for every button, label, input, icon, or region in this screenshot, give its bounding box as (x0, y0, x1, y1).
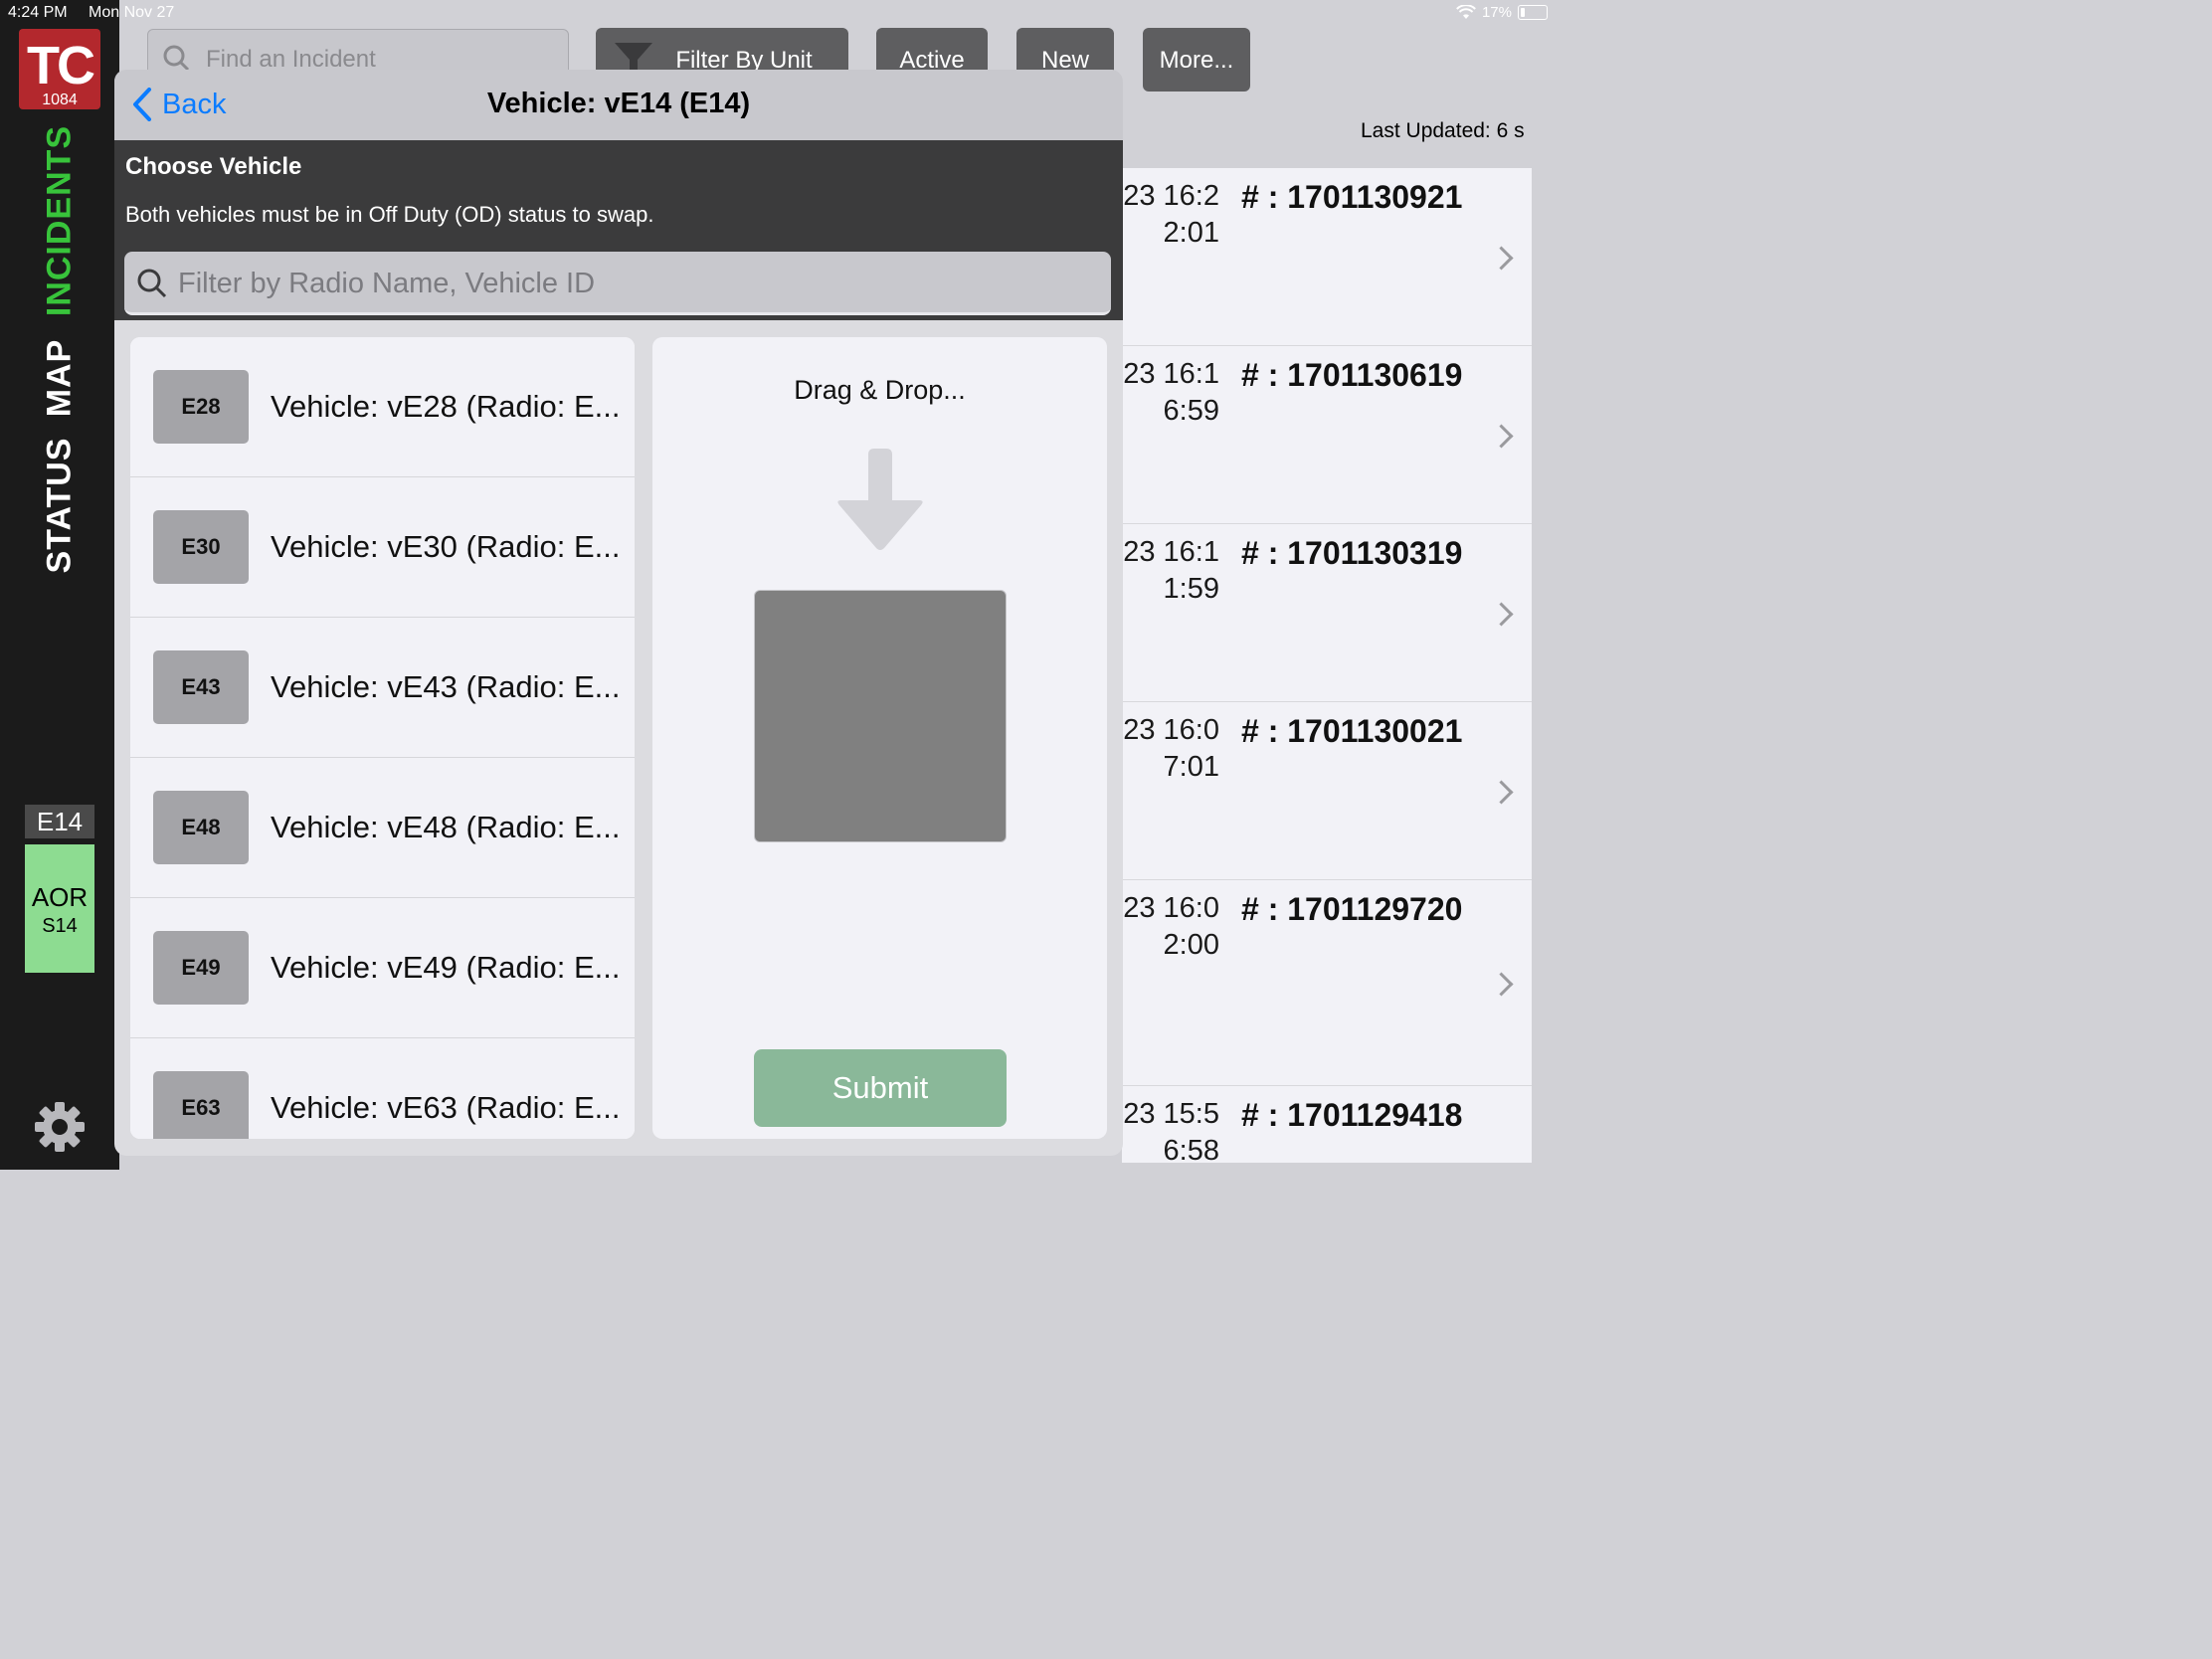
incident-number: # : 1701130319 (1241, 535, 1463, 571)
submit-button[interactable]: Submit (754, 1049, 1007, 1127)
vehicle-label: Vehicle: vE49 (Radio: E... (271, 950, 621, 985)
more-label: More... (1159, 47, 1234, 74)
vehicle-row[interactable]: E30 Vehicle: vE30 (Radio: E... (130, 477, 635, 618)
vehicle-label: Vehicle: vE30 (Radio: E... (271, 529, 621, 564)
nav-status[interactable]: STATUS (41, 438, 80, 574)
search-icon (137, 269, 167, 298)
status-bar: 4:24 PM Mon Nov 27 17% (0, 0, 1560, 28)
incident-row[interactable]: 23 16:1 1:59 # : 1701130319 (1122, 524, 1532, 703)
incident-time: 23 16:0 7:01 (1123, 714, 1219, 783)
last-updated: Last Updated: 6 s (1361, 119, 1525, 142)
incident-number: # : 1701129720 (1241, 891, 1463, 927)
modal-title: Vehicle: vE14 (E14) (486, 88, 751, 119)
logo-text: TC (27, 36, 95, 95)
nav-incidents[interactable]: INCIDENTS (41, 125, 80, 316)
chevron-right-icon (1489, 602, 1514, 627)
vehicle-swap-modal: Back Vehicle: vE14 (E14) Choose Vehicle … (114, 70, 1123, 1156)
incident-row[interactable]: 23 16:0 7:01 # : 1701130021 (1122, 702, 1532, 881)
incident-time: 23 16:1 6:59 (1123, 358, 1219, 427)
vehicle-badge[interactable]: E48 (153, 791, 249, 864)
chevron-right-icon (1489, 246, 1514, 271)
vehicle-row[interactable]: E49 Vehicle: vE49 (Radio: E... (130, 898, 635, 1038)
unit-status: AOR (31, 882, 89, 912)
vehicle-badge[interactable]: E49 (153, 931, 249, 1005)
vehicle-label: Vehicle: vE43 (Radio: E... (271, 669, 621, 704)
incident-list: 23 16:2 2:01 # : 1701130921 23 16:1 6:59… (1122, 168, 1532, 1163)
vehicle-row[interactable]: E28 Vehicle: vE28 (Radio: E... (130, 337, 635, 477)
incident-time: 23 16:1 1:59 (1123, 536, 1219, 605)
incident-row[interactable]: 23 16:1 6:59 # : 1701130619 (1122, 346, 1532, 525)
vehicle-badge[interactable]: E28 (153, 370, 249, 444)
vehicle-list: E28 Vehicle: vE28 (Radio: E... E30 Vehic… (130, 337, 635, 1139)
battery-percent: 17% (1481, 4, 1512, 21)
vehicle-row[interactable]: E43 Vehicle: vE43 (Radio: E... (130, 618, 635, 758)
incident-row[interactable]: 23 16:0 2:00 # : 1701129720 (1122, 880, 1532, 1087)
vehicle-filter-input[interactable]: Filter by Radio Name, Vehicle ID (124, 252, 1111, 315)
arrow-down-icon (837, 449, 923, 550)
nav-map[interactable]: MAP (41, 339, 80, 418)
vehicle-label: Vehicle: vE63 (Radio: E... (271, 1090, 621, 1125)
wifi-icon (1456, 5, 1476, 19)
incident-time: 23 16:2 2:01 (1123, 180, 1219, 249)
sidebar: TC 1084 INCIDENTS MAP STATUS E14 AOR S14 (0, 0, 119, 1170)
date: Mon Nov 27 (89, 4, 175, 21)
choose-vehicle-section: Choose Vehicle Both vehicles must be in … (114, 140, 1123, 320)
gear-icon[interactable] (33, 1100, 87, 1154)
vehicle-badge[interactable]: E30 (153, 510, 249, 584)
unit-status-card[interactable]: AOR S14 (25, 844, 94, 973)
chevron-right-icon (1489, 780, 1514, 805)
more-button[interactable]: More... (1143, 28, 1250, 92)
drop-title: Drag & Drop... (794, 375, 966, 405)
clock: 4:24 PM (8, 4, 68, 21)
incident-number: # : 1701130021 (1241, 713, 1463, 749)
incident-row[interactable]: 23 15:5 6:58 # : 1701129418 (1122, 1086, 1532, 1163)
unit-station: S14 (42, 915, 78, 937)
drop-zone[interactable] (754, 590, 1007, 842)
vehicle-badge[interactable]: E63 (153, 1071, 249, 1139)
battery-icon (1518, 5, 1548, 20)
vehicle-filter-placeholder: Filter by Radio Name, Vehicle ID (178, 268, 596, 299)
vehicle-row[interactable]: E48 Vehicle: vE48 (Radio: E... (130, 758, 635, 898)
incident-number: # : 1701130619 (1241, 357, 1463, 393)
vehicle-label: Vehicle: vE48 (Radio: E... (271, 810, 621, 844)
chevron-right-icon (1489, 972, 1514, 997)
incident-row[interactable]: 23 16:2 2:01 # : 1701130921 (1122, 168, 1532, 347)
vehicle-label: Vehicle: vE28 (Radio: E... (271, 389, 621, 424)
incident-number: # : 1701130921 (1241, 179, 1463, 215)
choose-vehicle-description: Both vehicles must be in Off Duty (OD) s… (125, 202, 654, 227)
incident-time: 23 15:5 6:58 (1123, 1098, 1219, 1163)
unit-tag[interactable]: E14 (25, 805, 94, 838)
choose-vehicle-title: Choose Vehicle (125, 153, 302, 180)
vehicle-row[interactable]: E63 Vehicle: vE63 (Radio: E... (130, 1038, 635, 1139)
incident-number: # : 1701129418 (1241, 1097, 1463, 1133)
status-right: 17% (1456, 4, 1548, 21)
modal-header: Back Vehicle: vE14 (E14) (114, 70, 1123, 140)
search-icon (163, 45, 190, 72)
incident-time: 23 16:0 2:00 (1123, 892, 1219, 961)
drop-panel: Drag & Drop... Submit (652, 337, 1107, 1139)
vehicle-badge[interactable]: E43 (153, 650, 249, 724)
app-logo[interactable]: TC 1084 (19, 29, 100, 109)
chevron-right-icon (1489, 424, 1514, 449)
